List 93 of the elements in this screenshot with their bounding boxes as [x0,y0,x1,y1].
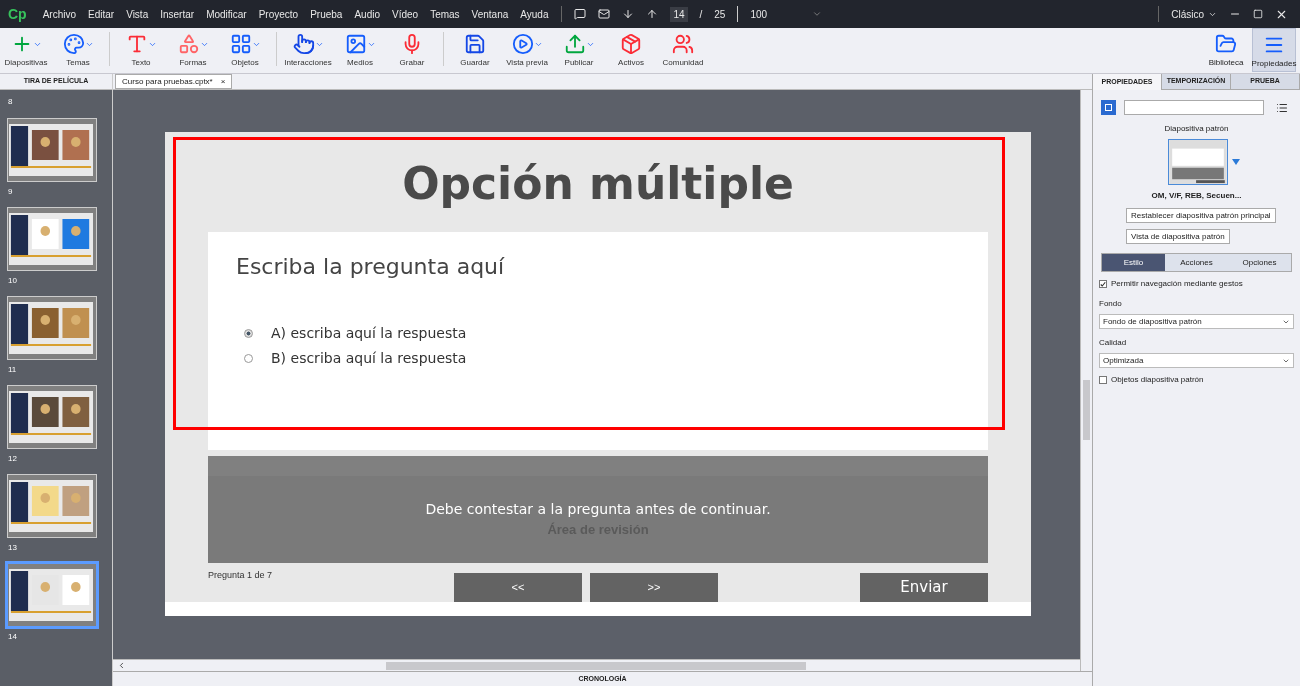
radio-button[interactable] [244,328,253,338]
checkbox-label: Permitir navegación mediante gestos [1111,278,1243,290]
slide-number: 13 [8,543,18,553]
box-icon [620,33,642,55]
scrollbar-thumb[interactable] [1083,380,1090,440]
menu-item[interactable]: Ayuda [520,6,549,22]
image-icon [344,33,367,55]
style-tab[interactable]: Acciones [1165,254,1228,271]
nav-button[interactable]: << [454,573,582,603]
background-label: Fondo [1098,298,1123,310]
app-logo: Cp [7,4,28,24]
toolbar-button[interactable]: Publicar [553,28,605,72]
dropdown-field[interactable]: Fondo de diapositiva patrón [1099,314,1294,329]
toolbar-button[interactable]: Biblioteca [1204,28,1248,72]
zoom-value[interactable]: 100 [750,6,801,22]
save-icon [464,33,486,55]
shapes-icon [177,33,200,55]
toolbar-button[interactable]: Diapositivas [0,28,52,72]
toolbar-button[interactable]: Comunidad [657,28,709,72]
toolbar-button[interactable]: Activos [605,28,657,72]
panel-button[interactable]: Vista de diapositiva patrón [1126,229,1230,244]
vertical-scrollbar[interactable] [1080,90,1092,671]
question-text: Escriba la pregunta aquí [236,252,506,281]
slide-total: 25 [714,7,726,22]
toolbar-button[interactable]: Propiedades [1252,28,1296,72]
answer-text: A) escriba aquí la respuesta [271,323,467,343]
toolbar-button[interactable]: Texto [115,28,167,72]
slide-number: 9 [8,187,14,197]
menu-item[interactable]: Ventana [471,6,509,22]
menu-item[interactable]: Temas [430,6,460,22]
toolbar-button[interactable]: Objetos [219,28,271,72]
style-tab[interactable]: Estilo [1102,254,1165,271]
slide-title: Opción múltiple [401,157,795,212]
scroll-left-icon[interactable] [117,661,126,670]
toolbar-button[interactable]: Grabar [386,28,438,72]
slide-number: 14 [8,632,18,642]
play-icon [511,33,534,55]
menu-item[interactable]: Prueba [310,6,343,22]
nav-button[interactable]: >> [590,573,718,603]
question-counter: Pregunta 1 de 7 [208,569,274,583]
toolbar-button[interactable]: Vista previa [501,28,553,72]
mail-icon[interactable] [597,8,610,20]
palette-icon [62,33,85,55]
slide-number: 11 [8,365,18,375]
toolbar-button[interactable]: Medios [334,28,386,72]
menu-item[interactable]: Insertar [160,6,195,22]
toolbar-button[interactable]: Formas [167,28,219,72]
menu-item[interactable]: Modificar [206,6,247,22]
tab-close[interactable]: × [220,75,226,88]
radio-button[interactable] [244,353,253,363]
menu-item[interactable]: Vista [126,6,149,22]
arrow-down-icon[interactable] [621,8,634,20]
document-tab[interactable]: Curso para pruebas.cptx* × [115,74,233,89]
dropdown-arrow-icon[interactable] [1231,159,1240,165]
checkbox[interactable] [1099,280,1107,288]
users-icon [672,33,694,55]
feedback-message: Debe contestar a la pregunta antes de continuar. [425,500,771,520]
folder-icon [1215,33,1237,55]
slide-number: 10 [8,276,18,286]
hand-pointer-icon [292,33,315,55]
checkbox-label: Objetos diapositiva patrón [1111,374,1204,386]
toolbar-button[interactable]: Interacciones [282,28,334,72]
style-tab[interactable]: Opciones [1228,254,1291,271]
list-menu-icon[interactable] [1276,101,1288,114]
object-style-icon[interactable] [1101,100,1116,115]
panel-button[interactable]: Restablecer diapositiva patrón principal [1126,208,1276,223]
horizontal-scrollbar[interactable] [386,661,806,670]
toolbar-button[interactable]: Guardar [449,28,501,72]
slide-number-field[interactable]: 14 [669,6,688,22]
menu-item[interactable]: Vídeo [392,6,419,22]
master-slide-label: Diapositiva patrón [1163,123,1230,135]
slide-number: 8 [8,96,14,108]
separator-text: / [699,7,703,22]
quality-label: Calidad [1098,337,1128,349]
submit-button[interactable]: Enviar [860,573,988,603]
name-field[interactable] [1124,100,1264,115]
slide-number: 12 [8,454,18,464]
menu-item[interactable]: Audio [354,6,380,22]
toolbar-button[interactable]: Temas [52,28,104,72]
checkbox[interactable] [1099,376,1107,384]
dropdown-field[interactable]: Optimizada [1099,353,1294,368]
maximize-icon[interactable] [1253,9,1263,19]
arrow-up-icon[interactable] [645,8,658,20]
upload-icon [563,33,586,55]
menu-item[interactable]: Editar [88,6,115,22]
menu-item[interactable]: Archivo [42,6,77,22]
answer-text: B) escriba aquí la respuesta [271,348,467,368]
zoom-dropdown-icon[interactable] [812,9,823,19]
grid-icon [229,33,252,55]
comment-icon[interactable] [573,8,586,20]
workspace-dropdown[interactable]: Clásico [1171,6,1217,22]
menu-item[interactable]: Proyecto [258,6,299,22]
master-slide-name: OM, V/F, REB, Secuen... [1150,190,1243,202]
